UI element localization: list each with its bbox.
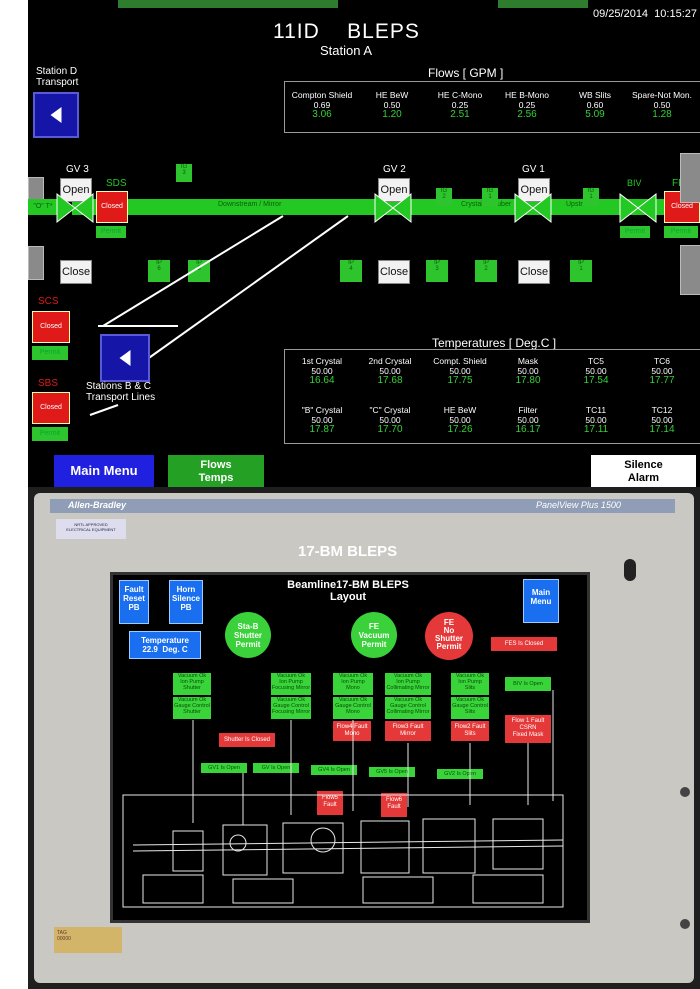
model-label: PanelView Plus 1500	[536, 500, 621, 510]
temp-col: "C" Crystal 50.00 17.70	[369, 405, 411, 435]
temp-col: "B" Crystal 50.00 17.87	[301, 405, 343, 435]
temp-col: HE BeW 50.00 17.26	[443, 405, 477, 435]
temp-col: 1st Crystal 50.00 16.64	[301, 356, 343, 386]
temperatures-header: Temperatures [ Deg.C ]	[432, 336, 557, 350]
silence-alarm-button[interactable]: Silence Alarm	[591, 455, 696, 487]
scs-permit-indicator: Permit	[32, 346, 68, 360]
bleps-11id-screen: 11ID BLEPS Station A 09/25/2014 10:15:27…	[28, 0, 700, 487]
sbs-label: SBS	[38, 378, 59, 389]
temp-col: Compt. Shield 50.00 17.75	[433, 356, 487, 386]
hmi-screen: Beamline17-BM BLEPS Layout Fault Reset P…	[110, 572, 590, 923]
stations-bc-transport-button[interactable]	[100, 334, 150, 382]
temp-col: TC12 50.00 17.14	[649, 405, 675, 435]
tag-sticker: TAG 00000	[54, 927, 122, 953]
nrtl-sticker: NRTL APPROVED ELECTRICAL EQUIPMENT	[56, 519, 126, 539]
scs-label: SCS	[38, 296, 59, 307]
main-menu-button[interactable]: Main Menu	[54, 455, 154, 487]
beamline-layout-drawing	[122, 690, 564, 908]
temp-col: Mask 50.00 17.80	[515, 356, 541, 386]
temp-col: TC6 50.00 17.77	[649, 356, 675, 386]
temp-col: Filter 50.00 16.17	[515, 405, 541, 435]
sbs-permit-indicator: Permit	[32, 427, 68, 441]
temperatures-panel: 1st Crystal 50.00 16.64 2nd Crystal 50.00 17…	[284, 349, 700, 444]
bleps-17bm-photo: Allen-Bradley PanelView Plus 1500 NRTL A…	[28, 487, 700, 989]
temp-col: 2nd Crystal 50.00 17.68	[368, 356, 412, 386]
status-led	[624, 559, 636, 581]
sbs-closed-indicator: Closed	[32, 392, 70, 424]
scs-closed-indicator: Closed	[32, 311, 70, 343]
temp-col: TC11 50.00 17.11	[583, 405, 609, 435]
arrow-left-icon	[119, 350, 131, 366]
photo-caption: 17-BM BLEPS	[298, 543, 398, 560]
brand-logo: Allen-Bradley	[68, 500, 127, 510]
temp-col: TC5 50.00 17.54	[583, 356, 609, 386]
stations-bc-label: Stations B & C Transport Lines	[86, 381, 156, 403]
screw-icon	[680, 919, 690, 929]
screw-icon	[680, 787, 690, 797]
flows-temps-button[interactable]: Flows Temps	[168, 455, 264, 487]
